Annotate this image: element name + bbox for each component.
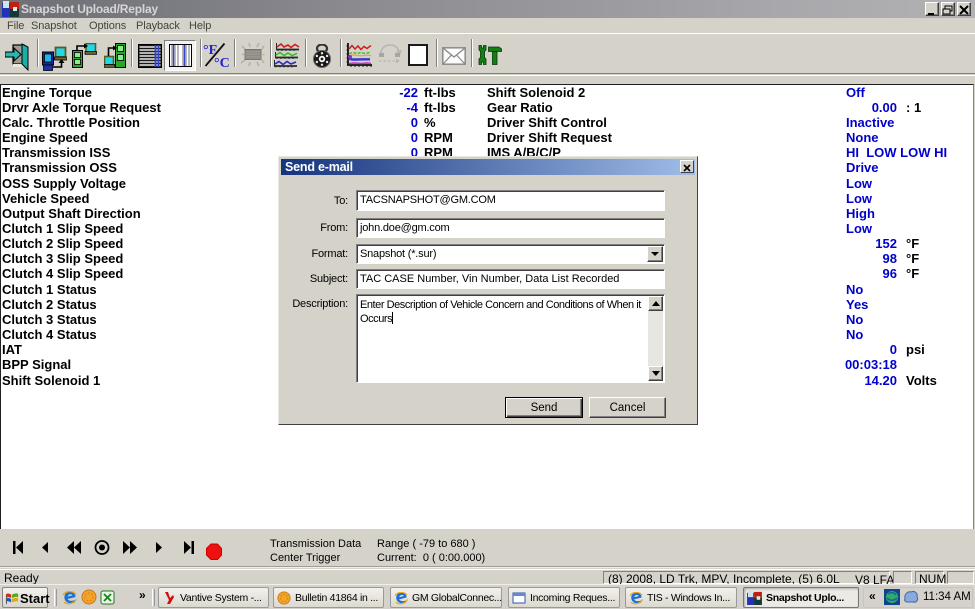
svg-text:°C: °C [214,56,229,68]
